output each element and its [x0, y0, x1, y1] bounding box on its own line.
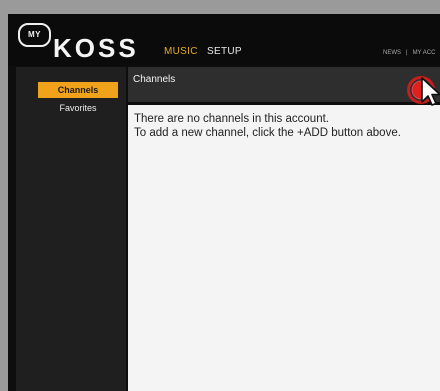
my-account-link[interactable]: MY ACC [413, 50, 436, 56]
logo-badge: MY [18, 23, 51, 47]
empty-message: There are no channels in this account. T… [134, 112, 434, 140]
mouse-pointer-icon [421, 77, 440, 106]
sidebar-item-favorites[interactable]: Favorites [38, 100, 118, 116]
koss-logo[interactable]: MY KOSS [18, 22, 143, 62]
app-window: MY KOSS MUSIC SETUP NEWS | MY ACC Channels… [8, 14, 440, 391]
header: MY KOSS MUSIC SETUP NEWS | MY ACC [8, 14, 440, 66]
sidebar: Channels Favorites [16, 67, 126, 391]
panel-header: Channels [128, 67, 440, 102]
nav-music[interactable]: MUSIC [164, 46, 198, 57]
top-links-separator: | [406, 50, 408, 56]
empty-message-line-2: To add a new channel, click the +ADD but… [134, 127, 401, 139]
panel-title: Channels [133, 74, 176, 85]
logo-text: KOSS [53, 33, 139, 63]
news-link[interactable]: NEWS [383, 50, 401, 56]
empty-message-line-1: There are no channels in this account. [134, 113, 329, 125]
panel-body: There are no channels in this account. T… [128, 105, 440, 391]
nav-setup[interactable]: SETUP [207, 46, 242, 57]
sidebar-item-channels[interactable]: Channels [38, 82, 118, 98]
top-links: NEWS | MY ACC [383, 50, 440, 56]
